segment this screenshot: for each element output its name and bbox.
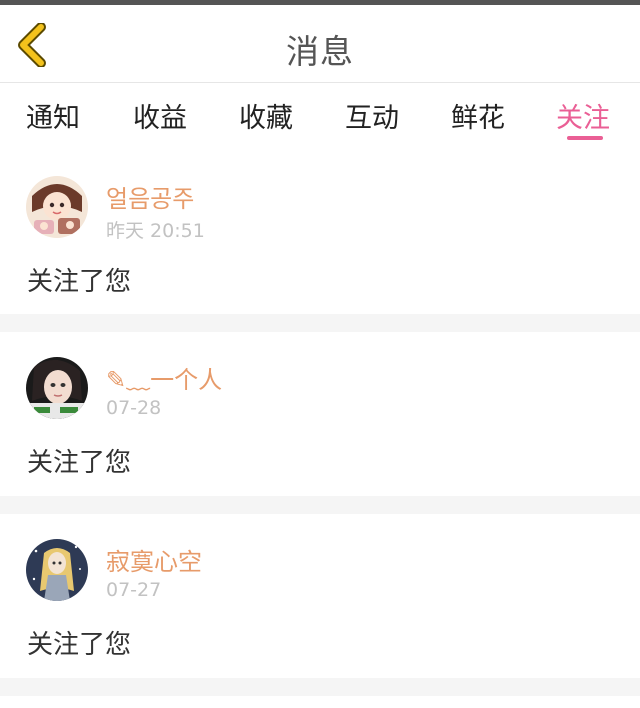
- separator: [0, 314, 640, 332]
- tab-bar: 通知 收益 收藏 互动 鲜花 关注: [0, 84, 640, 154]
- list-item[interactable]: 寂寞心空 07-27 关注了您: [0, 514, 640, 678]
- tab-flowers[interactable]: 鲜花: [451, 96, 505, 135]
- username[interactable]: 얼음공주: [106, 179, 194, 214]
- message-text: 关注了您: [27, 630, 132, 660]
- tab-notifications[interactable]: 通知: [26, 96, 80, 135]
- separator: [0, 496, 640, 514]
- message-text: 关注了您: [27, 448, 132, 478]
- avatar-image: [26, 357, 88, 419]
- avatar-image: [26, 539, 88, 601]
- username[interactable]: 寂寞心空: [106, 542, 202, 577]
- tab-follows[interactable]: 关注: [556, 96, 610, 135]
- avatar[interactable]: [26, 176, 88, 238]
- timestamp: 07-28: [106, 397, 162, 419]
- list-item[interactable]: ✎﹏一个人 07-28 关注了您: [0, 332, 640, 496]
- timestamp: 07-27: [106, 579, 162, 601]
- tab-interactions[interactable]: 互动: [345, 96, 399, 135]
- list-item[interactable]: 얼음공주 昨天 20:51 关注了您: [0, 154, 640, 314]
- tab-favorites[interactable]: 收藏: [239, 96, 293, 135]
- separator: [0, 678, 640, 696]
- page-title: 消息: [286, 32, 354, 71]
- message-text: 关注了您: [27, 267, 132, 297]
- avatar-image: [26, 176, 88, 238]
- app-header: 消息: [0, 5, 640, 83]
- username[interactable]: ✎﹏一个人: [106, 360, 222, 395]
- notification-list: 얼음공주 昨天 20:51 关注了您 ✎﹏一个人 07-28 关注了您 寂寞心空…: [0, 154, 640, 696]
- active-tab-indicator: [567, 136, 603, 140]
- timestamp: 昨天 20:51: [106, 220, 205, 242]
- avatar[interactable]: [26, 357, 88, 419]
- avatar[interactable]: [26, 539, 88, 601]
- tab-earnings[interactable]: 收益: [133, 96, 187, 135]
